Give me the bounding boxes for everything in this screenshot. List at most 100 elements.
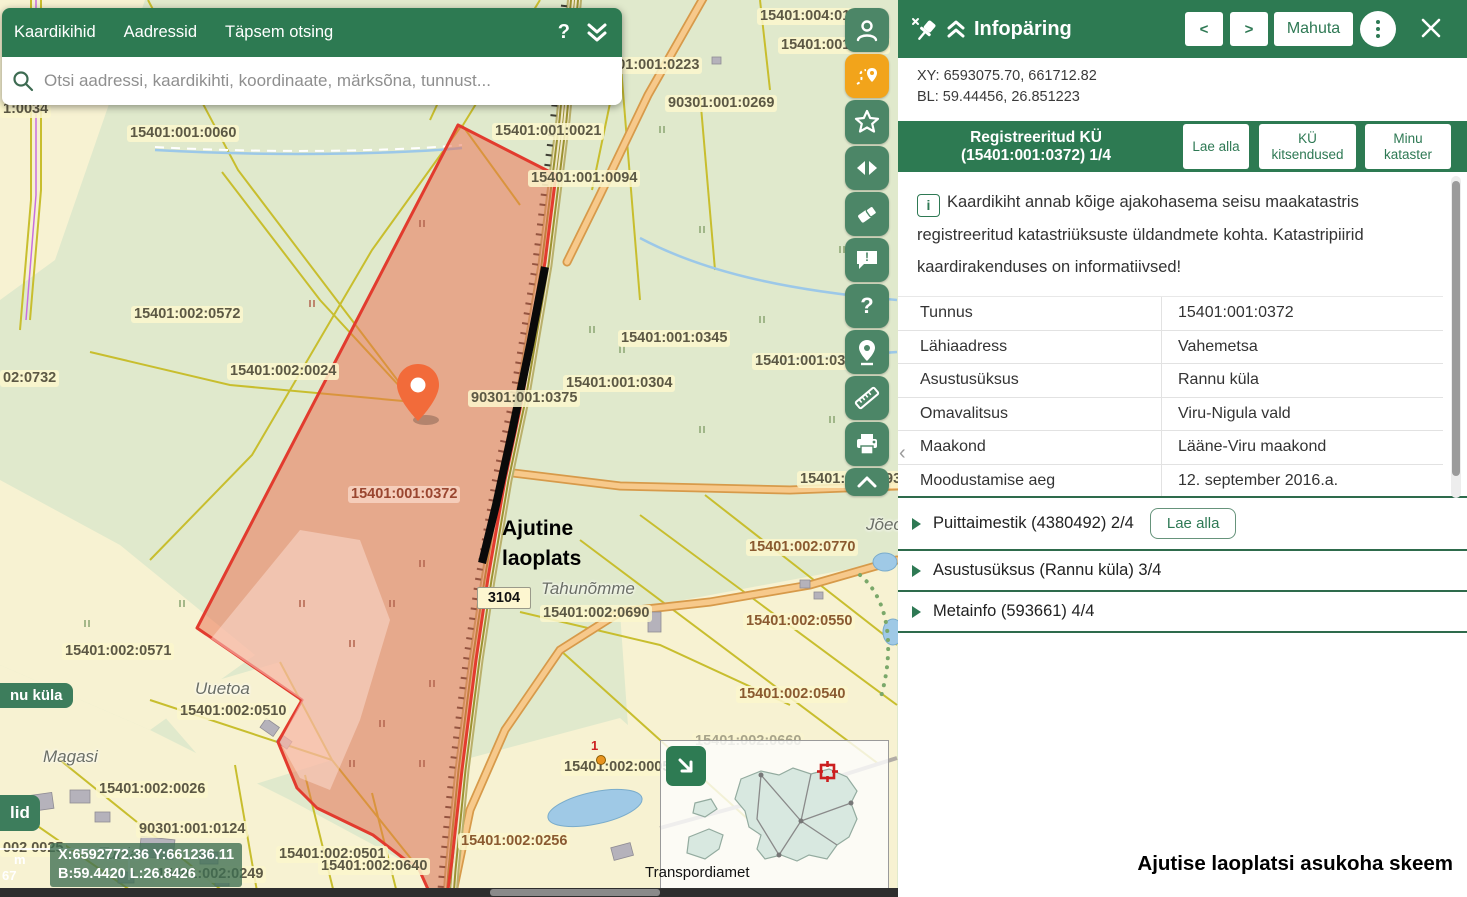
expand-arrow-icon [912,565,921,577]
help-button[interactable]: ? [845,284,889,328]
map-label: 15401:001:0304 [563,375,675,392]
edge-badge-village[interactable]: nu küla [0,683,73,708]
fit-button[interactable]: Mahuta [1274,12,1353,46]
map-label: 15401:002:0770 [746,539,858,556]
info-panel: Infopäring < > Mahuta XY: 6593075.70, 66… [898,0,1467,897]
map-label: 15401:002:0540 [736,686,848,703]
query-coordinates: XY: 6593075.70, 661712.82 BL: 59.44456, … [917,66,1097,108]
horizontal-scrollbar[interactable] [0,888,898,897]
query-coords-bl: BL: 59.44456, 26.851223 [917,87,1097,108]
accordion-row[interactable]: Puittaimestik (4380492) 2/4 Lae alla [898,498,1467,551]
svg-text:!: ! [865,250,869,264]
help-glyph: ? [860,293,873,319]
download-button[interactable]: Lae alla [1183,124,1249,169]
edge-badge-layer[interactable]: lid [0,795,40,831]
map-label: 15401:001:0021 [492,123,604,140]
menu-kaardikihid[interactable]: Kaardikihid [14,23,96,42]
attribute-label: Omavalitsus [898,405,1161,423]
accordion-label: Puittaimestik (4380492) 2/4 [933,514,1134,533]
scheme-caption: Ajutise laoplatsi asukoha skeem [1137,852,1453,876]
map-label: 15401:001:0094 [528,170,640,187]
panel-collapse-handle[interactable]: ‹ [899,442,906,465]
map-label: 15401:001:0060 [127,125,239,142]
search-input[interactable] [42,70,612,92]
locate-button[interactable] [845,330,889,374]
accordion-download-button[interactable]: Lae alla [1150,508,1237,539]
attribute-row: Moodustamise aeg12. september 2016.a. [898,465,1443,498]
previous-result-button[interactable]: < [1185,12,1223,46]
attribute-label: Moodustamise aeg [898,472,1161,490]
poi-number: 1 [591,738,598,753]
restrictions-button[interactable]: KÜ kitsendused [1259,124,1356,169]
panel-title: Infopäring [974,18,1072,41]
ellipsis-vertical-icon [1376,27,1380,31]
attribute-value: Lääne-Viru maakond [1161,438,1326,456]
map-canvas[interactable]: 1:003415401:001:006015401:001:002115401:… [0,0,898,897]
swipe-compare-button[interactable] [845,146,889,190]
attribute-label: Asustusüksus [898,371,1161,389]
application-window: 1:003415401:001:006015401:001:002115401:… [0,0,1467,897]
next-result-button[interactable]: > [1230,12,1268,46]
more-options-button[interactable] [1360,11,1396,47]
expand-arrow-icon [912,606,921,618]
accordion-row[interactable]: Asustusüksus (Rannu küla) 3/4 [898,551,1467,592]
map-attribution: Transpordiamet [645,864,750,881]
feedback-button[interactable]: ! [845,238,889,282]
attribute-label: Maakond [898,438,1161,456]
map-label: Jõeoru [863,516,898,533]
attribute-value: 15401:001:0372 [1161,304,1294,322]
layer-notice: iKaardikiht annab kõige ajakohasema seis… [917,186,1445,284]
my-cadastre-button[interactable]: Minu kataster [1365,124,1451,169]
coords-xy: X:6592772.36 Y:661236.11 [58,846,234,865]
chevron-double-up-icon[interactable] [946,18,966,40]
map-label: 90301:001:0124 [136,821,248,838]
expand-arrow-icon [912,518,921,530]
map-toolbar: ! ? [845,8,889,498]
collapse-toolbar-button[interactable] [845,468,889,496]
menu-tapsem-otsing[interactable]: Täpsem otsing [225,23,333,42]
map-label: Magasi [40,748,101,765]
map-label: 15401:002:0510 [177,703,289,720]
map-label: 02:0732 [0,370,59,387]
poi-dot [596,755,606,765]
attribute-label: Tunnus [898,304,1161,322]
attribute-row: OmavalitsusViru-Nigula vald [898,398,1443,432]
cursor-coordinates: X:6592772.36 Y:661236.11 B:59.4420 L:26.… [50,843,242,887]
measure-button[interactable] [845,376,889,420]
horizontal-scrollbar-thumb[interactable] [490,889,660,896]
menu-aadressid[interactable]: Aadressid [124,23,197,42]
coords-bl: B:59.4420 L:26.8426 [58,865,234,884]
close-panel-button[interactable] [1412,13,1444,45]
search-panel: Kaardikihid Aadressid Täpsem otsing ? [2,8,622,105]
map-label: 15401:002:0690 [540,605,652,622]
attribute-value: 12. september 2016.a. [1161,472,1338,490]
attribute-row: Tunnus15401:001:0372 [898,297,1443,331]
vertical-scrollbar-thumb[interactable] [1452,181,1460,476]
attribute-value: Rannu küla [1161,371,1259,389]
map-label: 15401:002:0024 [227,363,339,380]
map-label: Tahunõmme [538,580,638,597]
map-label: 15401:002:0550 [743,613,855,630]
map-label: 15401:002:0256 [458,833,570,850]
result-section-title: Registreeritud KÜ (15401:001:0372) 1/4 [902,129,1170,165]
pushpin-icon[interactable] [910,14,940,44]
attribute-row: AsustusüksusRannu küla [898,364,1443,398]
arrow-down-right-icon [675,755,697,777]
map-label: 15401:001:0372 [348,486,460,503]
search-icon [12,70,34,92]
search-bar [2,57,622,105]
user-button[interactable] [845,8,889,52]
accordion-row[interactable]: Metainfo (593661) 4/4 [898,592,1467,633]
print-button[interactable] [845,422,889,466]
chevron-double-down-icon[interactable] [584,21,610,45]
accordion-label: Asustusüksus (Rannu küla) 3/4 [933,561,1161,580]
favorites-star-button[interactable] [845,100,889,144]
route-info-button[interactable] [845,54,889,98]
temporary-storage-annotation: Ajutine laoplats [502,514,581,574]
accordion-label: Metainfo (593661) 4/4 [933,602,1094,621]
result-section-header: Registreeritud KÜ (15401:001:0372) 1/4 L… [898,121,1467,172]
vertical-scrollbar[interactable] [1451,176,1461,498]
eraser-button[interactable] [845,192,889,236]
help-icon[interactable]: ? [558,21,570,44]
inset-expand-button[interactable] [666,746,706,786]
